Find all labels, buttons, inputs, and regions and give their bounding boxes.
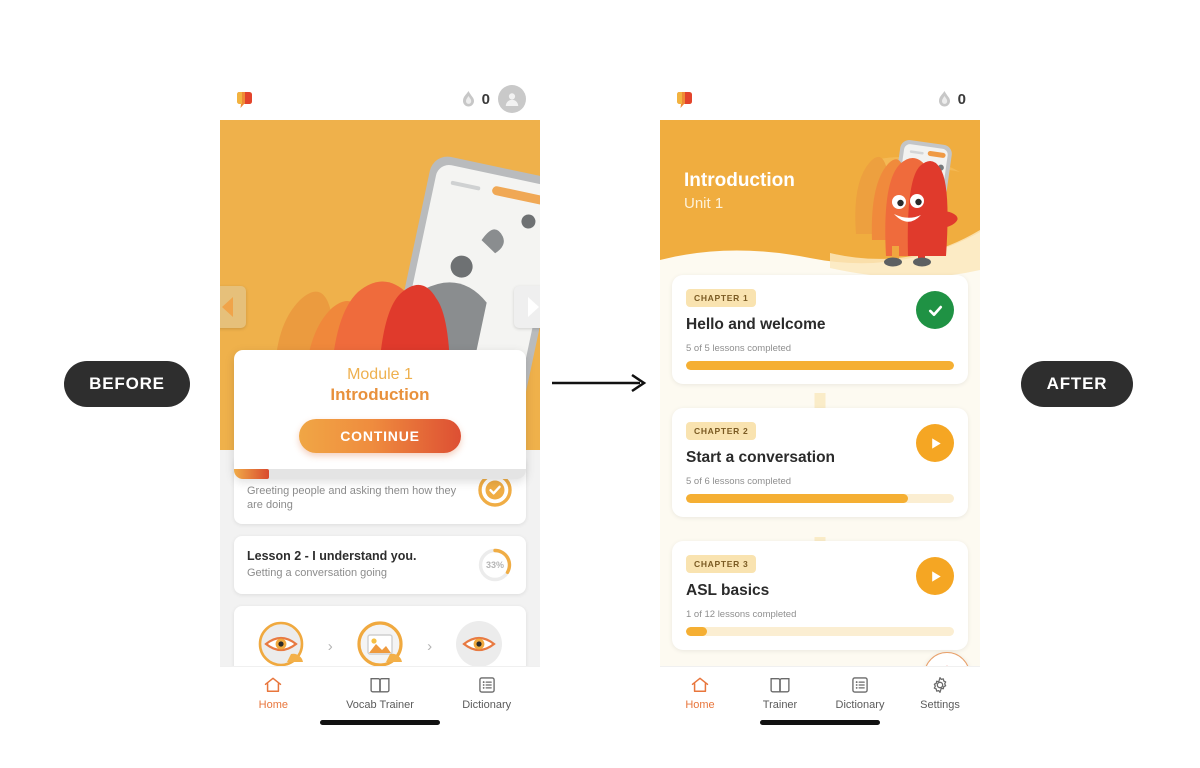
right-screen-body: Introduction Unit 1 CHAPTER 1 Hello and …	[660, 120, 980, 734]
flame-icon	[462, 90, 474, 106]
streak-counter[interactable]: 0	[460, 90, 490, 109]
phone-before: 0 Module 1 Introduction CONTINUE Greetin…	[220, 78, 540, 734]
chapter-badge: CHAPTER 2	[686, 422, 757, 440]
nav-label: Dictionary	[462, 699, 512, 711]
chapter-meta: 1 of 12 lessons completed	[686, 609, 797, 620]
list-icon	[478, 677, 495, 693]
lesson-title: Lesson 2 - I understand you.	[247, 548, 417, 563]
module-kicker: Module 1	[347, 366, 413, 383]
module-title: Introduction	[330, 385, 430, 404]
chapter-title: Hello and welcome	[686, 316, 826, 333]
nav-item-dictionary[interactable]: Dictionary	[433, 675, 540, 711]
chapter-meta: 5 of 5 lessons completed	[686, 343, 792, 354]
module-progress-fill	[234, 469, 270, 479]
comparison-stage: BEFORE AFTER 0 Module 1 Introduction CON…	[0, 0, 1200, 768]
nav-item-home[interactable]: Home	[220, 675, 327, 711]
chapter-progress-fill	[686, 494, 909, 503]
right-appbar: 0	[660, 78, 980, 120]
left-bottom-nav: Home Vocab Trainer Dictionary	[220, 666, 540, 734]
chevron-right-icon: ›	[327, 637, 333, 655]
chapter-progress-bar	[686, 494, 954, 503]
before-label: BEFORE	[64, 361, 190, 407]
nav-label: Trainer	[762, 699, 798, 711]
streak-count: 0	[957, 90, 966, 108]
right-bottom-nav: Home Trainer Dictionary Settings	[660, 666, 980, 734]
left-appbar: 0	[220, 78, 540, 120]
unit-subtitle: Unit 1	[684, 195, 724, 212]
lesson-subtitle: Greeting people and asking them how they…	[247, 485, 457, 512]
nav-item-vocab-trainer[interactable]: Vocab Trainer	[327, 675, 434, 711]
chapter-play-button[interactable]	[916, 557, 954, 595]
app-logo-icon[interactable]	[234, 88, 256, 110]
chapter-title: Start a conversation	[686, 449, 836, 466]
hero-mascot-illustration	[855, 140, 958, 267]
chapter-badge: CHAPTER 3	[686, 555, 757, 573]
home-indicator	[320, 720, 440, 725]
nav-label: Vocab Trainer	[346, 699, 414, 711]
phone-after: 0 Introduction Unit 1 CHAPTER 1 Hello an…	[660, 78, 980, 734]
user-avatar-icon[interactable]	[498, 85, 526, 113]
streak-count: 0	[481, 90, 490, 108]
lesson-subtitle: Getting a conversation going	[247, 566, 388, 579]
nav-item-dictionary[interactable]: Dictionary	[820, 675, 900, 711]
book-icon	[370, 677, 390, 693]
chevron-left-icon	[221, 297, 233, 317]
play-icon	[931, 437, 941, 449]
after-label: AFTER	[1021, 361, 1133, 407]
unit-title: Introduction	[684, 170, 795, 191]
chapter-card[interactable]: CHAPTER 3 ASL basics 1 of 12 lessons com…	[672, 541, 968, 650]
chevron-right-icon: ›	[427, 637, 433, 655]
carousel-prev-button[interactable]	[220, 286, 246, 328]
play-icon	[931, 570, 941, 582]
home-indicator	[760, 720, 880, 725]
flame-icon	[938, 90, 950, 106]
nav-item-settings[interactable]: Settings	[900, 675, 980, 711]
module-card[interactable]: Module 1 Introduction CONTINUE	[234, 350, 526, 479]
chevron-right-icon	[527, 297, 539, 317]
nav-label: Settings	[920, 699, 960, 711]
home-icon	[691, 677, 709, 692]
nav-label: Dictionary	[835, 699, 885, 711]
chapter-card[interactable]: CHAPTER 2 Start a conversation 5 of 6 le…	[672, 408, 968, 517]
app-logo-icon[interactable]	[674, 88, 696, 110]
chapter-badge: CHAPTER 1	[686, 289, 757, 307]
chapter-progress-fill	[686, 627, 708, 636]
chapter-card[interactable]: CHAPTER 1 Hello and welcome 5 of 5 lesso…	[672, 275, 968, 384]
left-screen-body: Module 1 Introduction CONTINUE Lesson 1 …	[220, 120, 540, 734]
list-icon	[852, 677, 868, 693]
chapter-progress-bar	[686, 627, 954, 636]
chapter-progress-bar	[686, 361, 954, 370]
continue-button[interactable]: CONTINUE	[299, 419, 461, 453]
home-icon	[265, 677, 282, 692]
progress-percent-label: 33%	[485, 559, 504, 570]
check-icon	[928, 305, 942, 316]
nav-item-home[interactable]: Home	[660, 675, 740, 711]
unit-hero-text: Introduction Unit 1	[684, 170, 795, 212]
nav-label: Home	[685, 699, 715, 711]
book-icon	[770, 677, 790, 693]
chapter-progress-fill	[686, 361, 954, 370]
lesson-text: Lesson 2 - I understand you. Getting a c…	[247, 549, 477, 580]
streak-counter[interactable]: 0	[936, 90, 966, 109]
chapter-completed-button[interactable]	[916, 291, 954, 329]
right-appbar-right: 0	[936, 90, 966, 109]
chapter-title: ASL basics	[686, 582, 770, 599]
chapter-meta: 5 of 6 lessons completed	[686, 476, 792, 487]
carousel-next-button[interactable]	[514, 286, 540, 328]
nav-item-trainer[interactable]: Trainer	[740, 675, 820, 711]
module-progress-bar	[234, 469, 526, 479]
nav-label: Home	[258, 699, 288, 711]
transition-arrow-icon	[552, 372, 650, 394]
left-appbar-right: 0	[460, 85, 526, 113]
chapter-play-button[interactable]	[916, 424, 954, 462]
list-item[interactable]: Lesson 2 - I understand you. Getting a c…	[234, 535, 526, 594]
gear-icon	[933, 677, 947, 693]
unit-hero-banner: Introduction Unit 1	[660, 120, 980, 275]
progress-ring-icon: 33%	[477, 547, 513, 583]
